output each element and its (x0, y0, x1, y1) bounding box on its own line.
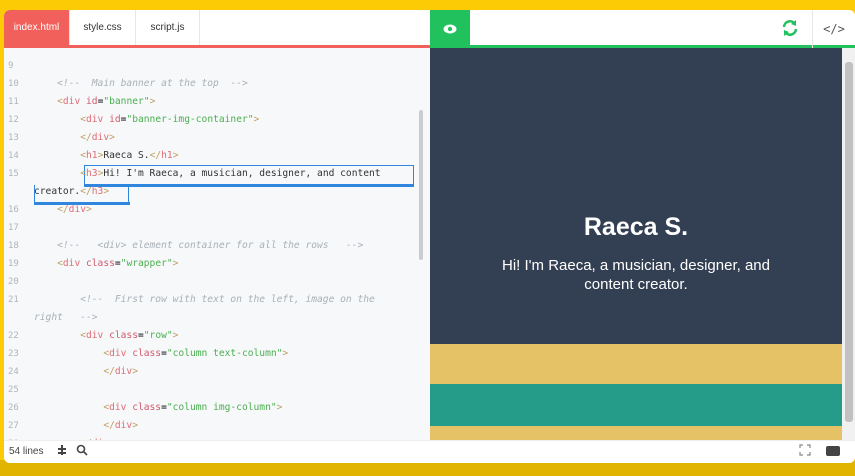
code-playground: index.html style.css script.js 9 10 <!-- … (4, 10, 855, 463)
code-text: creator.</h3> (34, 186, 110, 197)
refresh-icon (782, 20, 798, 36)
preview-scrollbar-thumb[interactable] (845, 62, 853, 422)
line-number: 14 (8, 151, 19, 161)
line-number: 26 (8, 403, 19, 413)
view-code-button[interactable]: </> (812, 10, 855, 48)
code-text: <h1>Raeca S.</h1> (80, 150, 179, 161)
line-count: 54 lines (9, 446, 44, 457)
code-icon: </> (823, 22, 845, 36)
tab-index-html[interactable]: index.html (4, 10, 70, 45)
view-toggle-icon[interactable] (826, 446, 840, 456)
preview-row-teal (430, 384, 842, 426)
code-text: <div class="row"> (80, 330, 179, 341)
preview-button[interactable] (430, 10, 470, 48)
line-number: 16 (8, 205, 19, 215)
line-number: 25 (8, 385, 19, 395)
preview-scrollbar[interactable] (842, 48, 855, 440)
code-area[interactable]: 9 10 <!-- Main banner at the top --> 11 <d… (4, 51, 430, 440)
editor-scrollbar[interactable] (419, 110, 423, 260)
code-text: </div> (103, 420, 138, 431)
line-number: 23 (8, 349, 19, 359)
line-number: 15 (8, 169, 19, 179)
code-text: right --> (34, 312, 98, 323)
code-text: <div class="wrapper"> (57, 258, 179, 269)
line-number: 12 (8, 115, 19, 125)
code-text: <!-- Main banner at the top --> (57, 78, 248, 89)
preview-banner: Raeca S. Hi! I'm Raeca, a musician, desi… (430, 48, 842, 344)
line-number: 19 (8, 259, 19, 269)
preview-row-yellow (430, 344, 842, 384)
refresh-button[interactable] (778, 16, 802, 40)
preview-subheading: Hi! I'm Raeca, a musician, designer, and… (502, 257, 770, 293)
tab-style-css[interactable]: style.css (70, 10, 136, 45)
line-number: 27 (8, 421, 19, 431)
line-number: 11 (8, 97, 19, 107)
code-text: </div> (103, 366, 138, 377)
line-number: 13 (8, 133, 19, 143)
tree-icon[interactable] (56, 444, 68, 459)
status-bar: 54 lines (4, 440, 855, 463)
line-number: 20 (8, 277, 19, 287)
line-number: 10 (8, 79, 19, 89)
code-text: <div id="banner"> (57, 96, 156, 107)
preview-heading: Raeca S. (583, 213, 689, 241)
code-text: <h3>Hi! I'm Raeca, a musician, designer,… (80, 168, 381, 179)
code-text: <div id="banner-img-container"> (80, 114, 260, 125)
code-editor-panel: index.html style.css script.js 9 10 <!-- … (4, 10, 430, 440)
expand-icon[interactable] (799, 444, 811, 459)
line-number: 21 (8, 295, 19, 305)
file-tabs: index.html style.css script.js (4, 10, 430, 48)
tab-script-js[interactable]: script.js (136, 10, 200, 45)
code-text: </div> (80, 132, 115, 143)
line-number: 22 (8, 331, 19, 341)
code-text: <div class="column img-column"> (103, 402, 283, 413)
code-text: <!-- First row with text on the left, im… (80, 294, 375, 305)
preview-panel: </> Raeca S. Hi! I'm Raeca, a musician, … (430, 10, 855, 440)
search-icon[interactable] (76, 444, 88, 459)
line-number: 18 (8, 241, 19, 251)
code-text: </div> (57, 204, 92, 215)
line-number: 9 (8, 61, 14, 71)
preview-toolbar: </> (430, 10, 855, 48)
line-number: 17 (8, 223, 19, 233)
preview-row-yellow (430, 426, 842, 440)
code-text: <!-- <div> element container for all the… (57, 240, 364, 251)
eye-icon (443, 24, 457, 34)
code-text: <div class="column text-column"> (103, 348, 289, 359)
line-number: 24 (8, 367, 19, 377)
